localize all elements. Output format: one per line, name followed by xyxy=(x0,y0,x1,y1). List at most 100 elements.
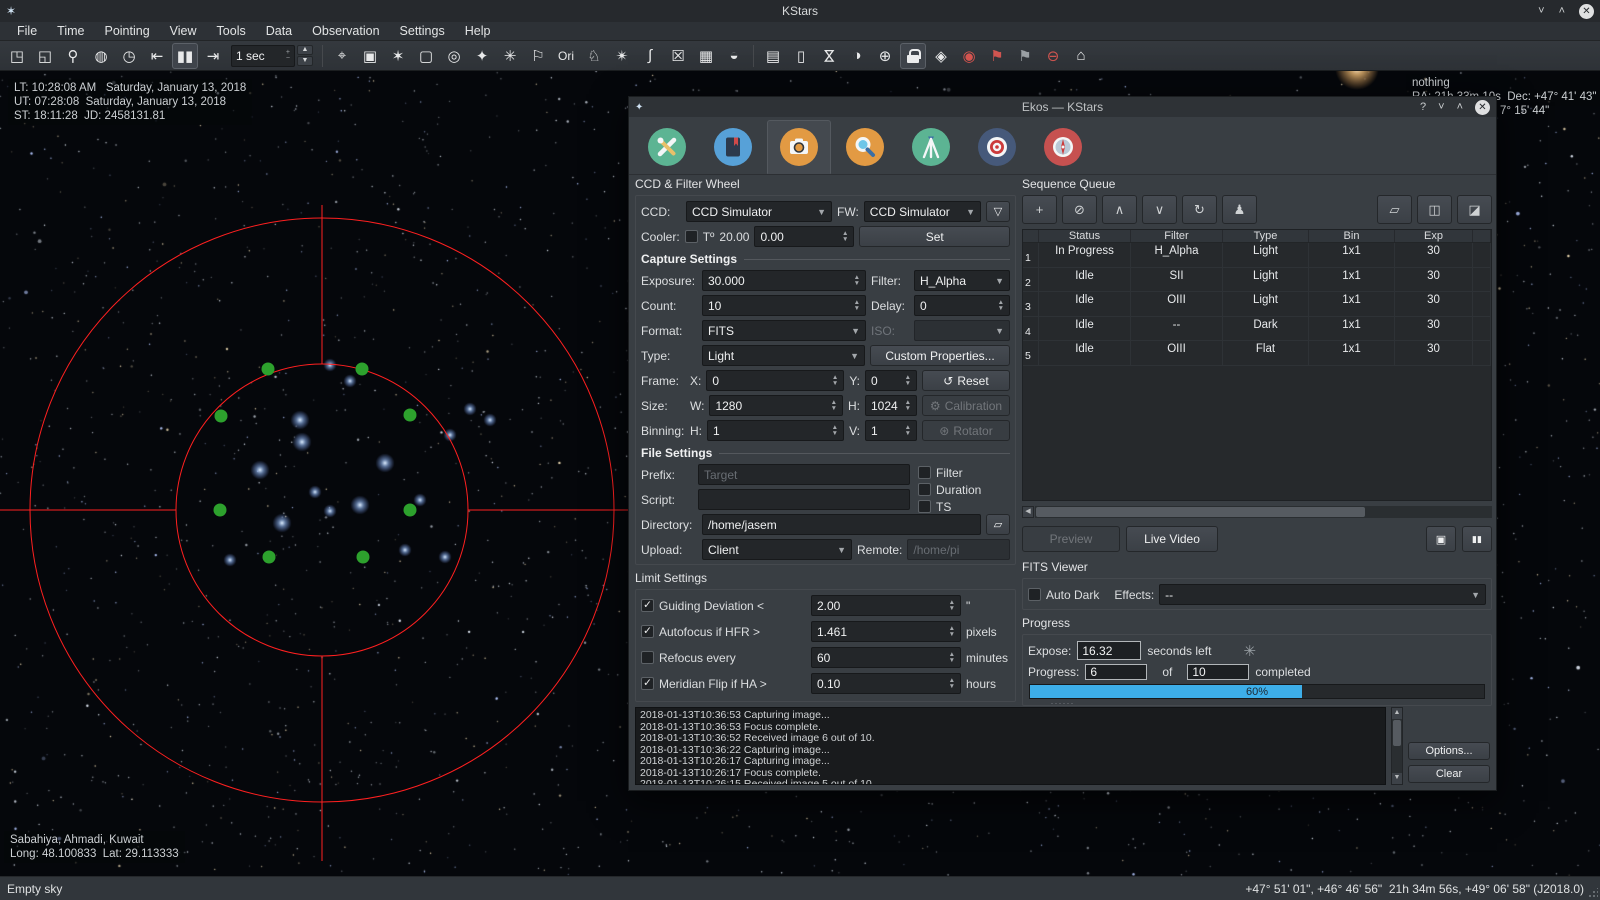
step-forward-icon[interactable]: ⇥ xyxy=(200,43,226,69)
set-time-icon[interactable]: ◷ xyxy=(116,43,142,69)
tab-align[interactable] xyxy=(1031,120,1095,174)
whats-interesting-icon[interactable]: ▯ xyxy=(788,43,814,69)
night-vision-icon[interactable]: ◑ xyxy=(844,43,870,69)
table-row[interactable]: 1In ProgressH_AlphaLight1x130 xyxy=(1023,243,1491,268)
edit-job-icon[interactable]: ♟ xyxy=(1222,195,1257,224)
menu-file[interactable]: File xyxy=(8,24,46,38)
scroll-up-icon[interactable]: ▲ xyxy=(1392,708,1402,719)
ekos-close-icon[interactable]: ✕ xyxy=(1475,100,1490,115)
prefix-filter-checkbox[interactable] xyxy=(918,466,931,479)
remove-circle-icon[interactable]: ⊖ xyxy=(1040,43,1066,69)
limit-value-input[interactable]: 2.00▲▼ xyxy=(811,595,961,616)
script-input[interactable] xyxy=(698,489,910,510)
menu-settings[interactable]: Settings xyxy=(391,24,454,38)
add-job-icon[interactable]: + xyxy=(1022,195,1057,224)
resize-grip[interactable] xyxy=(1588,888,1598,898)
table-row[interactable]: 5IdleOIIIFlat1x130 xyxy=(1023,341,1491,366)
job-down-icon[interactable]: ∨ xyxy=(1142,195,1177,224)
spin-buttons[interactable]: ▲▼ xyxy=(945,652,955,664)
minimize-icon[interactable]: ˅ xyxy=(1538,6,1544,16)
save-sequence-icon[interactable]: ◫ xyxy=(1417,195,1452,224)
frame-x-input[interactable]: 0▲▼ xyxy=(706,370,844,391)
menu-time[interactable]: Time xyxy=(48,24,93,38)
fw-select[interactable]: CCD Simulator▼ xyxy=(864,201,981,222)
spin-buttons[interactable]: ▲▼ xyxy=(945,678,955,690)
constellation-art-icon[interactable]: ♘ xyxy=(581,43,607,69)
table-row[interactable]: 4Idle--Dark1x130 xyxy=(1023,317,1491,342)
browse-directory-button[interactable]: ▱ xyxy=(986,514,1010,535)
limit-value-input[interactable]: 60▲▼ xyxy=(811,647,961,668)
reset-jobs-icon[interactable]: ↻ xyxy=(1182,195,1217,224)
sparkle-icon[interactable]: ◈ xyxy=(928,43,954,69)
dso-toggle-icon[interactable]: ▢ xyxy=(413,43,439,69)
menu-tools[interactable]: Tools xyxy=(208,24,255,38)
spin-buttons[interactable]: ▲▼ xyxy=(945,626,955,638)
bright-star-icon[interactable]: ✦ xyxy=(469,43,495,69)
geolocation-icon[interactable]: ◍ xyxy=(88,43,114,69)
bin-v-input[interactable]: 1▲▼ xyxy=(865,420,917,441)
save-as-sequence-icon[interactable]: ◪ xyxy=(1457,195,1492,224)
limit-checkbox[interactable]: ✓ xyxy=(641,599,654,612)
milky-way-icon[interactable]: ∫ xyxy=(637,43,663,69)
constellation-boundaries-icon[interactable]: ✴ xyxy=(609,43,635,69)
table-row[interactable]: 2IdleSIILight1x130 xyxy=(1023,268,1491,293)
limit-checkbox[interactable]: ✓ xyxy=(641,625,654,638)
bin-h-input[interactable]: 1▲▼ xyxy=(707,420,844,441)
find-object-icon[interactable]: ⚲ xyxy=(60,43,86,69)
flag-red-icon[interactable]: ⚑ xyxy=(984,43,1010,69)
zoom-in-icon[interactable]: ◳ xyxy=(4,43,30,69)
menu-pointing[interactable]: Pointing xyxy=(95,24,158,38)
object-labels-icon[interactable]: ⚐ xyxy=(525,43,551,69)
remove-job-icon[interactable]: ⊘ xyxy=(1062,195,1097,224)
open-sequence-icon[interactable]: ▱ xyxy=(1377,195,1412,224)
lock-position-icon[interactable] xyxy=(900,43,926,69)
stars-toggle-icon[interactable]: ✶ xyxy=(385,43,411,69)
spin-buttons[interactable]: ▲▼ xyxy=(945,600,955,612)
time-step-input[interactable]: 1 sec +− xyxy=(231,45,295,67)
limit-checkbox[interactable] xyxy=(641,651,654,664)
grid-overlay-icon[interactable]: ☒ xyxy=(665,43,691,69)
reset-frame-button[interactable]: ↺Reset xyxy=(922,370,1010,391)
pause-icon[interactable]: ▮▮ xyxy=(172,43,198,69)
equatorial-grid-icon[interactable]: ▦ xyxy=(693,43,719,69)
format-select[interactable]: FITS▼ xyxy=(702,320,866,341)
upload-select[interactable]: Client▼ xyxy=(702,539,852,560)
directory-input[interactable]: /home/jasem xyxy=(702,514,981,535)
options-button[interactable]: Options... xyxy=(1408,742,1490,760)
pointing-icon[interactable]: ⌖ xyxy=(329,43,355,69)
tab-scheduler[interactable] xyxy=(701,120,765,174)
pause-display-button[interactable]: ▮▮ xyxy=(1462,526,1492,552)
scroll-down-icon[interactable]: ▼ xyxy=(1392,773,1402,784)
job-up-icon[interactable]: ∧ xyxy=(1102,195,1137,224)
live-video-button[interactable]: Live Video xyxy=(1126,526,1218,552)
time-lapse-icon[interactable]: ⋈ xyxy=(816,43,842,69)
close-icon[interactable]: ✕ xyxy=(1579,4,1594,19)
time-step-down-button[interactable]: ▼ xyxy=(297,56,313,66)
table-row[interactable]: 3IdleOIIILight1x130 xyxy=(1023,292,1491,317)
display-toggle-button[interactable]: ▣ xyxy=(1426,526,1456,552)
filter-manager-button[interactable]: ▽ xyxy=(986,201,1010,222)
delay-input[interactable]: 0▲▼ xyxy=(914,295,1010,316)
sky-image-icon[interactable]: ▣ xyxy=(357,43,383,69)
time-step-plus-minus[interactable]: +− xyxy=(286,50,290,62)
ccd-select[interactable]: CCD Simulator▼ xyxy=(686,201,832,222)
tab-capture[interactable] xyxy=(767,120,831,174)
menu-help[interactable]: Help xyxy=(456,24,500,38)
splitter-handle[interactable]: ······ xyxy=(629,700,1496,706)
limit-value-input[interactable]: 0.10▲▼ xyxy=(811,673,961,694)
constellation-names-icon[interactable]: Ori xyxy=(553,43,579,69)
prefix-input[interactable]: Target xyxy=(698,464,910,485)
step-back-icon[interactable]: ⇤ xyxy=(144,43,170,69)
log-scrollbar[interactable]: ▲ ▼ xyxy=(1391,707,1403,785)
center-target-icon[interactable]: ⊕ xyxy=(872,43,898,69)
menu-data[interactable]: Data xyxy=(257,24,301,38)
size-h-input[interactable]: 1024▲▼ xyxy=(865,395,917,416)
clear-button[interactable]: Clear xyxy=(1408,765,1490,783)
tab-focus[interactable] xyxy=(833,120,897,174)
menu-observation[interactable]: Observation xyxy=(303,24,388,38)
horizon-icon[interactable]: ◒ xyxy=(721,43,747,69)
maximize-icon[interactable]: ˄ xyxy=(1559,6,1565,16)
view-toggles-icon[interactable]: ▤ xyxy=(760,43,786,69)
ekos-minimize-icon[interactable]: ˅ xyxy=(1438,102,1444,112)
tab-setup[interactable] xyxy=(635,120,699,174)
